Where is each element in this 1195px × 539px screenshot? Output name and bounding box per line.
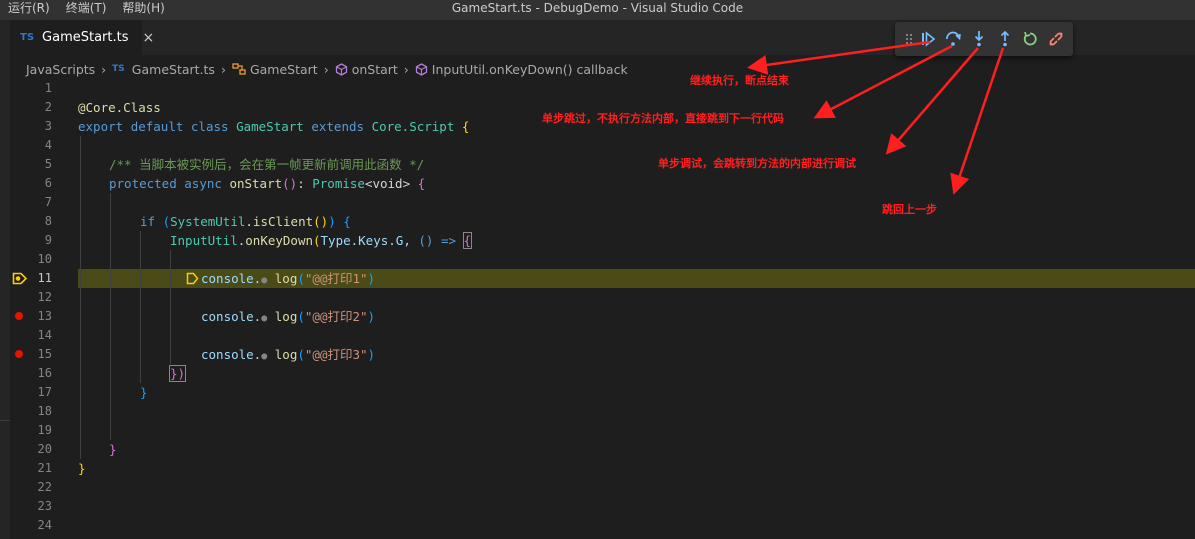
annotation-step-into: 单步调试，会跳转到方法的内部进行调试 <box>658 157 856 170</box>
arrow-step-out <box>950 47 1005 195</box>
arrow-continue <box>747 40 931 75</box>
annotation-step-out: 跳回上一步 <box>882 203 937 216</box>
arrow-step-over <box>813 44 953 119</box>
annotation-continue: 继续执行，断点结束 <box>690 74 789 87</box>
annotation-step-over: 单步跳过，不执行方法内部，直接跳到下一行代码 <box>542 112 784 125</box>
annotation-arrows <box>747 40 1005 195</box>
arrow-step-into <box>885 47 979 155</box>
